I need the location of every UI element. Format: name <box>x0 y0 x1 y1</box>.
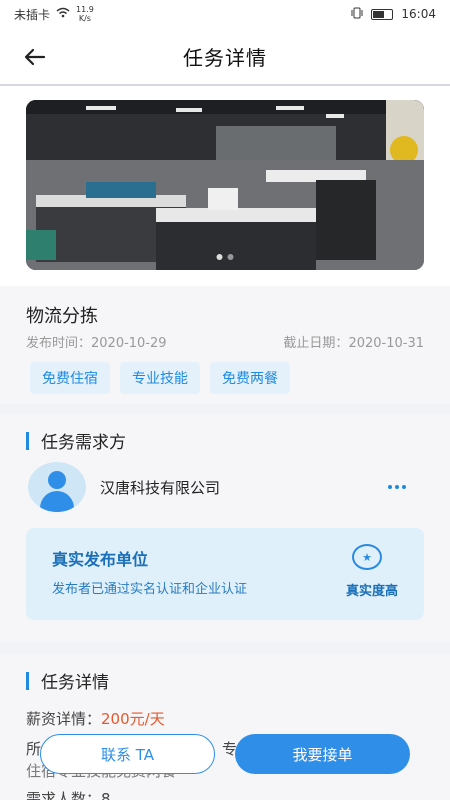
status-bar: 未插卡 11.9 K/s 16:04 <box>0 0 450 28</box>
carousel-dot[interactable] <box>227 254 234 260</box>
verify-title: 真实发布单位 <box>52 550 149 569</box>
vibrate-icon <box>351 7 363 22</box>
tag-free-housing: 免费住宿 <box>30 362 110 394</box>
verify-level: 真实度高 <box>345 584 398 599</box>
tag-free-meals: 免费两餐 <box>210 362 290 394</box>
network-speed: 11.9 K/s <box>76 5 94 23</box>
accept-task-button[interactable]: 我要接单 <box>235 734 410 774</box>
deadline-date: 截止日期：2020-10-31 <box>283 336 424 351</box>
shield-icon: ★ <box>352 544 382 570</box>
publish-time: 发布时间：2020-10-29 <box>26 336 167 351</box>
requester-section: 任务需求方 汉唐科技有限公司 真实发布单位 发布者已通过实名认证和企业认证 ★ … <box>0 414 450 642</box>
verify-description: 发布者已通过实名认证和企业认证 <box>52 582 248 597</box>
job-dates: 发布时间：2020-10-29 截止日期：2020-10-31 <box>26 332 424 351</box>
salary-value: 200元/天 <box>101 710 165 728</box>
company-row[interactable]: 汉唐科技有限公司 <box>28 462 424 512</box>
verification-card: 真实发布单位 发布者已通过实名认证和企业认证 ★ 真实度高 <box>26 528 424 620</box>
office-photo-image <box>26 100 424 270</box>
page-title: 任务详情 <box>183 45 267 70</box>
more-icon[interactable] <box>388 485 406 489</box>
app-header: 任务详情 <box>0 28 450 86</box>
heading-accent-bar <box>26 671 29 690</box>
headcount-line: 需求人数：8 <box>26 790 111 800</box>
job-name: 物流分拣 <box>26 306 98 327</box>
banner-carousel[interactable] <box>26 100 424 270</box>
section-heading: 任务需求方 <box>26 428 126 453</box>
arrow-left-icon <box>24 48 46 66</box>
carousel-dot-active[interactable] <box>216 254 223 260</box>
banner-section <box>0 86 450 286</box>
back-button[interactable] <box>20 42 50 72</box>
wifi-icon <box>56 7 70 21</box>
carrier-label: 未插卡 <box>14 7 51 22</box>
clock: 16:04 <box>401 7 436 21</box>
job-info: 物流分拣 发布时间：2020-10-29 截止日期：2020-10-31 免费住… <box>0 286 450 404</box>
battery-icon <box>371 8 394 20</box>
job-tags: 免费住宿 专业技能 免费两餐 <box>30 362 290 394</box>
carousel-indicator <box>216 254 234 260</box>
tag-professional-skill: 专业技能 <box>120 362 200 394</box>
heading-accent-bar <box>26 431 29 450</box>
contact-button[interactable]: 联系 TA <box>40 734 215 774</box>
avatar <box>28 462 86 512</box>
user-icon <box>48 471 66 489</box>
salary-line: 薪资详情：200元/天 <box>26 710 165 728</box>
company-name: 汉唐科技有限公司 <box>100 478 221 497</box>
section-heading: 任务详情 <box>26 668 109 693</box>
details-section: 任务详情 薪资详情：200元/天 所专业 住宿专业技能免费两餐 需求人数：8 <box>0 654 450 800</box>
